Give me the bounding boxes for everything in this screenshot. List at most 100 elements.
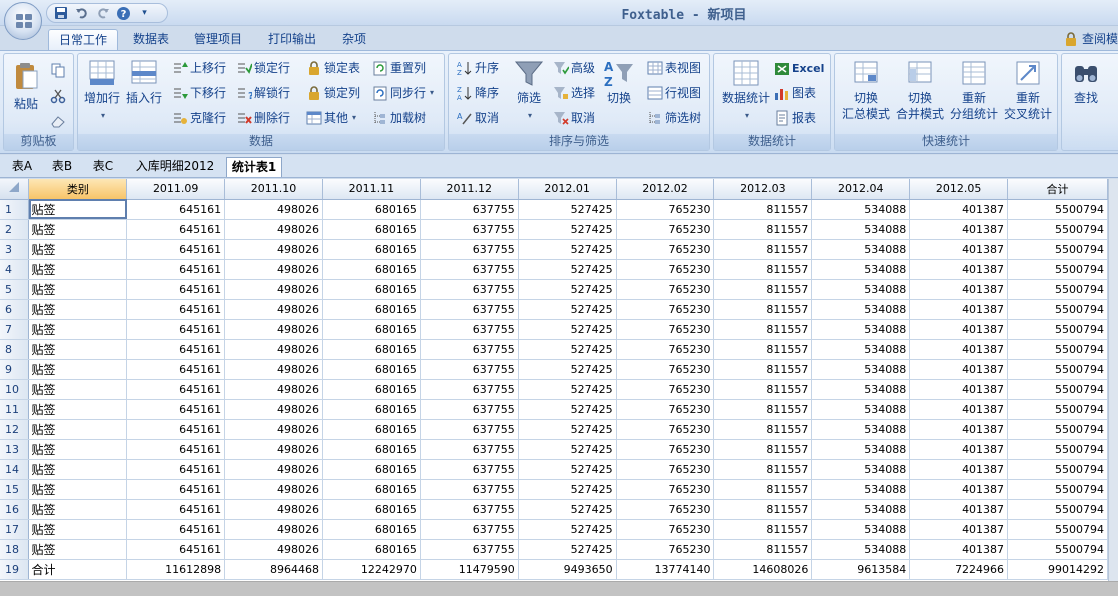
value-cell[interactable]: 401387	[909, 519, 1009, 540]
value-cell[interactable]: 527425	[518, 439, 617, 460]
report-button[interactable]: 报表	[774, 108, 816, 128]
value-cell[interactable]: 645161	[126, 199, 226, 220]
value-cell[interactable]: 680165	[322, 379, 421, 400]
value-cell[interactable]: 811557	[713, 279, 813, 300]
value-cell[interactable]: 680165	[322, 519, 421, 540]
value-cell[interactable]: 498026	[224, 299, 323, 320]
value-cell[interactable]: 534088	[811, 359, 911, 380]
value-cell[interactable]: 534088	[811, 239, 911, 260]
select-all-corner[interactable]	[0, 179, 30, 200]
value-cell[interactable]: 527425	[518, 239, 617, 260]
value-cell[interactable]: 498026	[224, 259, 323, 280]
row-number[interactable]: 19	[0, 559, 30, 580]
value-cell[interactable]: 498026	[224, 519, 323, 540]
value-cell[interactable]: 401387	[909, 399, 1009, 420]
tab-data-table[interactable]: 数据表	[124, 29, 178, 50]
row-number[interactable]: 13	[0, 439, 30, 460]
unlock-row-button[interactable]: ?解锁行	[236, 83, 290, 103]
row-number[interactable]: 5	[0, 279, 30, 300]
row-number[interactable]: 14	[0, 459, 30, 480]
value-cell[interactable]: 811557	[713, 339, 813, 360]
value-cell[interactable]: 680165	[322, 239, 421, 260]
value-cell[interactable]: 498026	[224, 219, 323, 240]
value-cell[interactable]: 765230	[616, 279, 715, 300]
summary-mode-button[interactable]: 切换 汇总模式	[839, 58, 893, 122]
category-cell[interactable]: 贴签	[28, 219, 128, 240]
value-cell[interactable]: 765230	[616, 359, 715, 380]
horizontal-scrollbar[interactable]	[0, 581, 1118, 596]
value-cell[interactable]: 637755	[420, 459, 519, 480]
sheet-tab-a[interactable]: 表A	[4, 157, 40, 177]
value-cell[interactable]: 637755	[420, 479, 519, 500]
value-cell[interactable]: 9613584	[811, 559, 911, 580]
move-up-button[interactable]: 上移行	[172, 58, 226, 78]
value-cell[interactable]: 645161	[126, 299, 226, 320]
category-cell[interactable]: 贴签	[28, 359, 128, 380]
value-cell[interactable]: 534088	[811, 459, 911, 480]
value-cell[interactable]: 527425	[518, 479, 617, 500]
value-cell[interactable]: 765230	[616, 299, 715, 320]
filter-tree-button[interactable]: 筛选树	[647, 108, 701, 128]
value-cell[interactable]: 5500794	[1007, 359, 1108, 380]
value-cell[interactable]: 680165	[322, 339, 421, 360]
column-header[interactable]: 2011.10	[224, 179, 323, 200]
value-cell[interactable]: 527425	[518, 199, 617, 220]
add-row-button[interactable]: 增加行 ▾	[82, 58, 122, 124]
row-number[interactable]: 16	[0, 499, 30, 520]
value-cell[interactable]: 498026	[224, 339, 323, 360]
row-number[interactable]: 9	[0, 359, 30, 380]
insert-row-button[interactable]: 插入行	[124, 58, 164, 106]
value-cell[interactable]: 680165	[322, 299, 421, 320]
value-cell[interactable]: 637755	[420, 199, 519, 220]
value-cell[interactable]: 5500794	[1007, 539, 1108, 560]
value-cell[interactable]: 765230	[616, 379, 715, 400]
merge-mode-button[interactable]: 切换 合并模式	[893, 58, 947, 122]
category-cell[interactable]: 贴签	[28, 239, 128, 260]
value-cell[interactable]: 637755	[420, 279, 519, 300]
value-cell[interactable]: 680165	[322, 539, 421, 560]
value-cell[interactable]: 645161	[126, 379, 226, 400]
value-cell[interactable]: 765230	[616, 539, 715, 560]
excel-button[interactable]: Excel	[774, 59, 824, 79]
value-cell[interactable]: 637755	[420, 499, 519, 520]
value-cell[interactable]: 645161	[126, 419, 226, 440]
value-cell[interactable]: 680165	[322, 499, 421, 520]
column-header[interactable]: 2011.11	[322, 179, 421, 200]
regroup-statistics-button[interactable]: 重新 分组统计	[947, 58, 1001, 122]
row-number[interactable]: 6	[0, 299, 30, 320]
value-cell[interactable]: 498026	[224, 319, 323, 340]
value-cell[interactable]: 5500794	[1007, 339, 1108, 360]
select-filter-button[interactable]: 选择	[553, 83, 595, 103]
value-cell[interactable]: 5500794	[1007, 419, 1108, 440]
value-cell[interactable]: 811557	[713, 499, 813, 520]
value-cell[interactable]: 527425	[518, 319, 617, 340]
value-cell[interactable]: 811557	[713, 319, 813, 340]
row-number[interactable]: 18	[0, 539, 30, 560]
sheet-tab-b[interactable]: 表B	[44, 157, 80, 177]
value-cell[interactable]: 5500794	[1007, 219, 1108, 240]
value-cell[interactable]: 527425	[518, 459, 617, 480]
value-cell[interactable]: 498026	[224, 239, 323, 260]
value-cell[interactable]: 645161	[126, 339, 226, 360]
value-cell[interactable]: 498026	[224, 379, 323, 400]
value-cell[interactable]: 637755	[420, 379, 519, 400]
value-cell[interactable]: 811557	[713, 479, 813, 500]
value-cell[interactable]: 637755	[420, 339, 519, 360]
value-cell[interactable]: 637755	[420, 399, 519, 420]
value-cell[interactable]: 498026	[224, 479, 323, 500]
row-number[interactable]: 2	[0, 219, 30, 240]
row-number[interactable]: 8	[0, 339, 30, 360]
category-cell[interactable]: 贴签	[28, 339, 128, 360]
value-cell[interactable]: 645161	[126, 259, 226, 280]
category-cell[interactable]: 贴签	[28, 299, 128, 320]
category-cell[interactable]: 贴签	[28, 459, 128, 480]
cut-button[interactable]	[50, 86, 66, 106]
toggle-filter-button[interactable]: AZ 切换	[601, 58, 637, 106]
value-cell[interactable]: 5500794	[1007, 199, 1108, 220]
data-grid[interactable]: 类别 2011.09 2011.10 2011.11 2011.12 2012.01 201…	[0, 179, 1108, 581]
value-cell[interactable]: 637755	[420, 439, 519, 460]
value-cell[interactable]: 5500794	[1007, 439, 1108, 460]
sheet-tab-inbound-detail-2012[interactable]: 入库明细2012	[128, 157, 222, 177]
load-tree-button[interactable]: 加载树	[372, 108, 426, 128]
category-cell[interactable]: 贴签	[28, 499, 128, 520]
